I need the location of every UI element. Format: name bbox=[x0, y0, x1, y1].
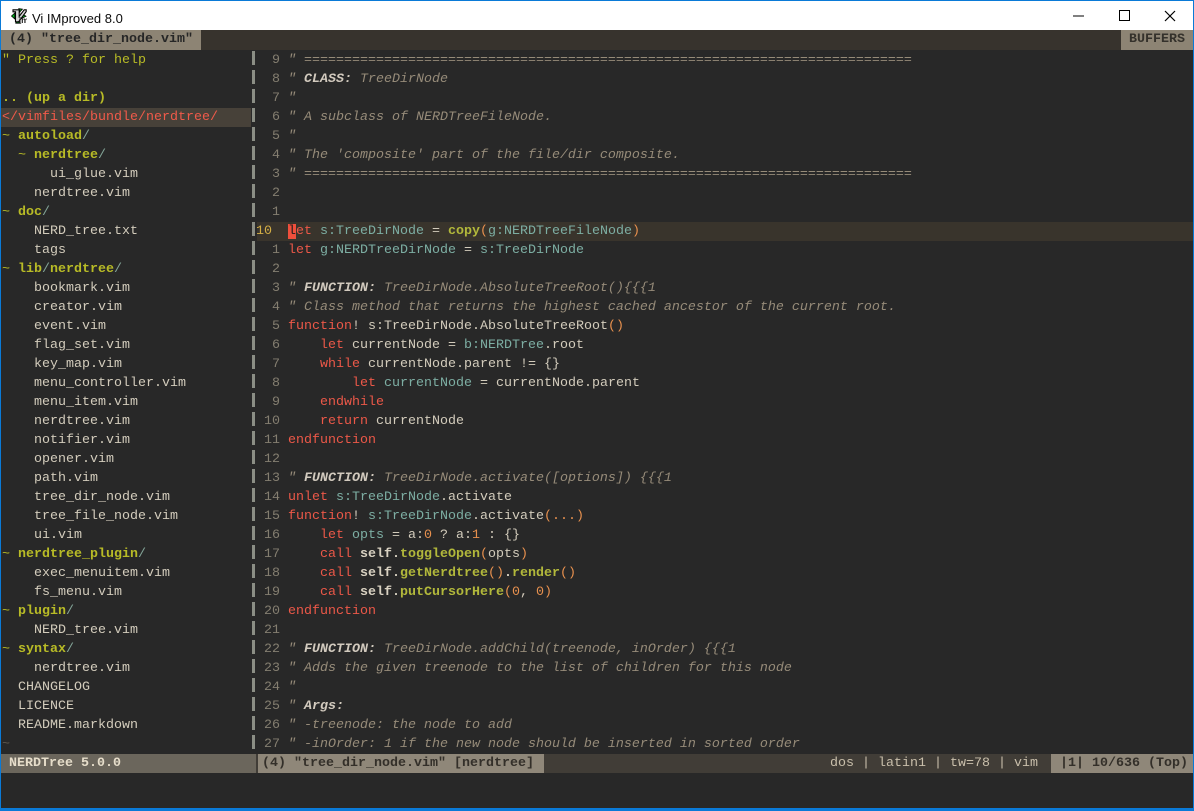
svg-text:im: im bbox=[19, 15, 27, 24]
